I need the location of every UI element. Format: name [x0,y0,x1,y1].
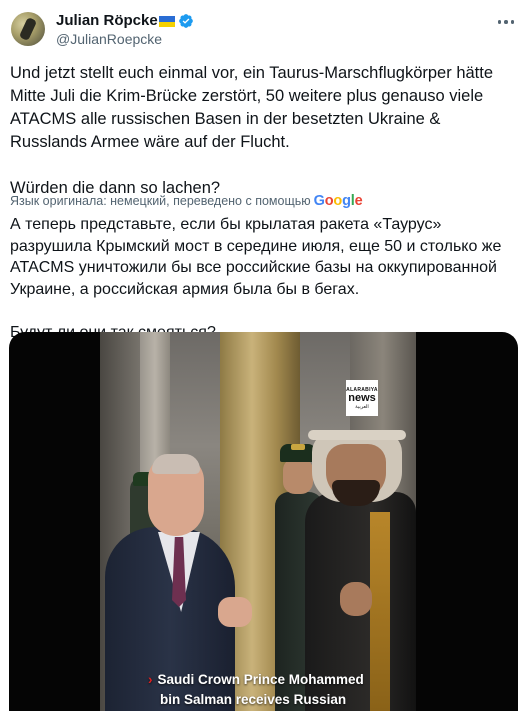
author-name-row: Julian Röpcke [56,12,194,29]
verified-badge-icon[interactable] [178,13,194,29]
tweet-translation-text: А теперь представьте, если бы крылатая р… [10,216,502,341]
author-handle[interactable]: @JulianRoepcke [56,31,162,47]
ukraine-flag-icon [158,16,175,27]
caption-chevron-icon: › [148,672,153,687]
tweet-original-text: Und jetzt stellt euch einmal vor, ein Ta… [10,64,494,197]
alarabiya-news-logo: ALARABIYA news العربية [346,380,378,416]
more-options-icon[interactable] [494,12,518,32]
profile-avatar[interactable] [11,12,45,46]
translation-attribution[interactable]: Язык оригинала: немецкий, переведено с п… [10,193,363,209]
caption-line-1: Saudi Crown Prince Mohammed [157,672,364,687]
translation-attribution-label: Язык оригинала: немецкий, переведено с п… [10,194,311,208]
caption-line-2: bin Salman receives Russian [160,692,347,707]
display-name[interactable]: Julian Röpcke [56,12,158,29]
video-media[interactable] [9,332,518,711]
google-logo: Google [313,193,363,209]
video-caption: › Saudi Crown Prince Mohammed bin Salman … [148,670,364,710]
